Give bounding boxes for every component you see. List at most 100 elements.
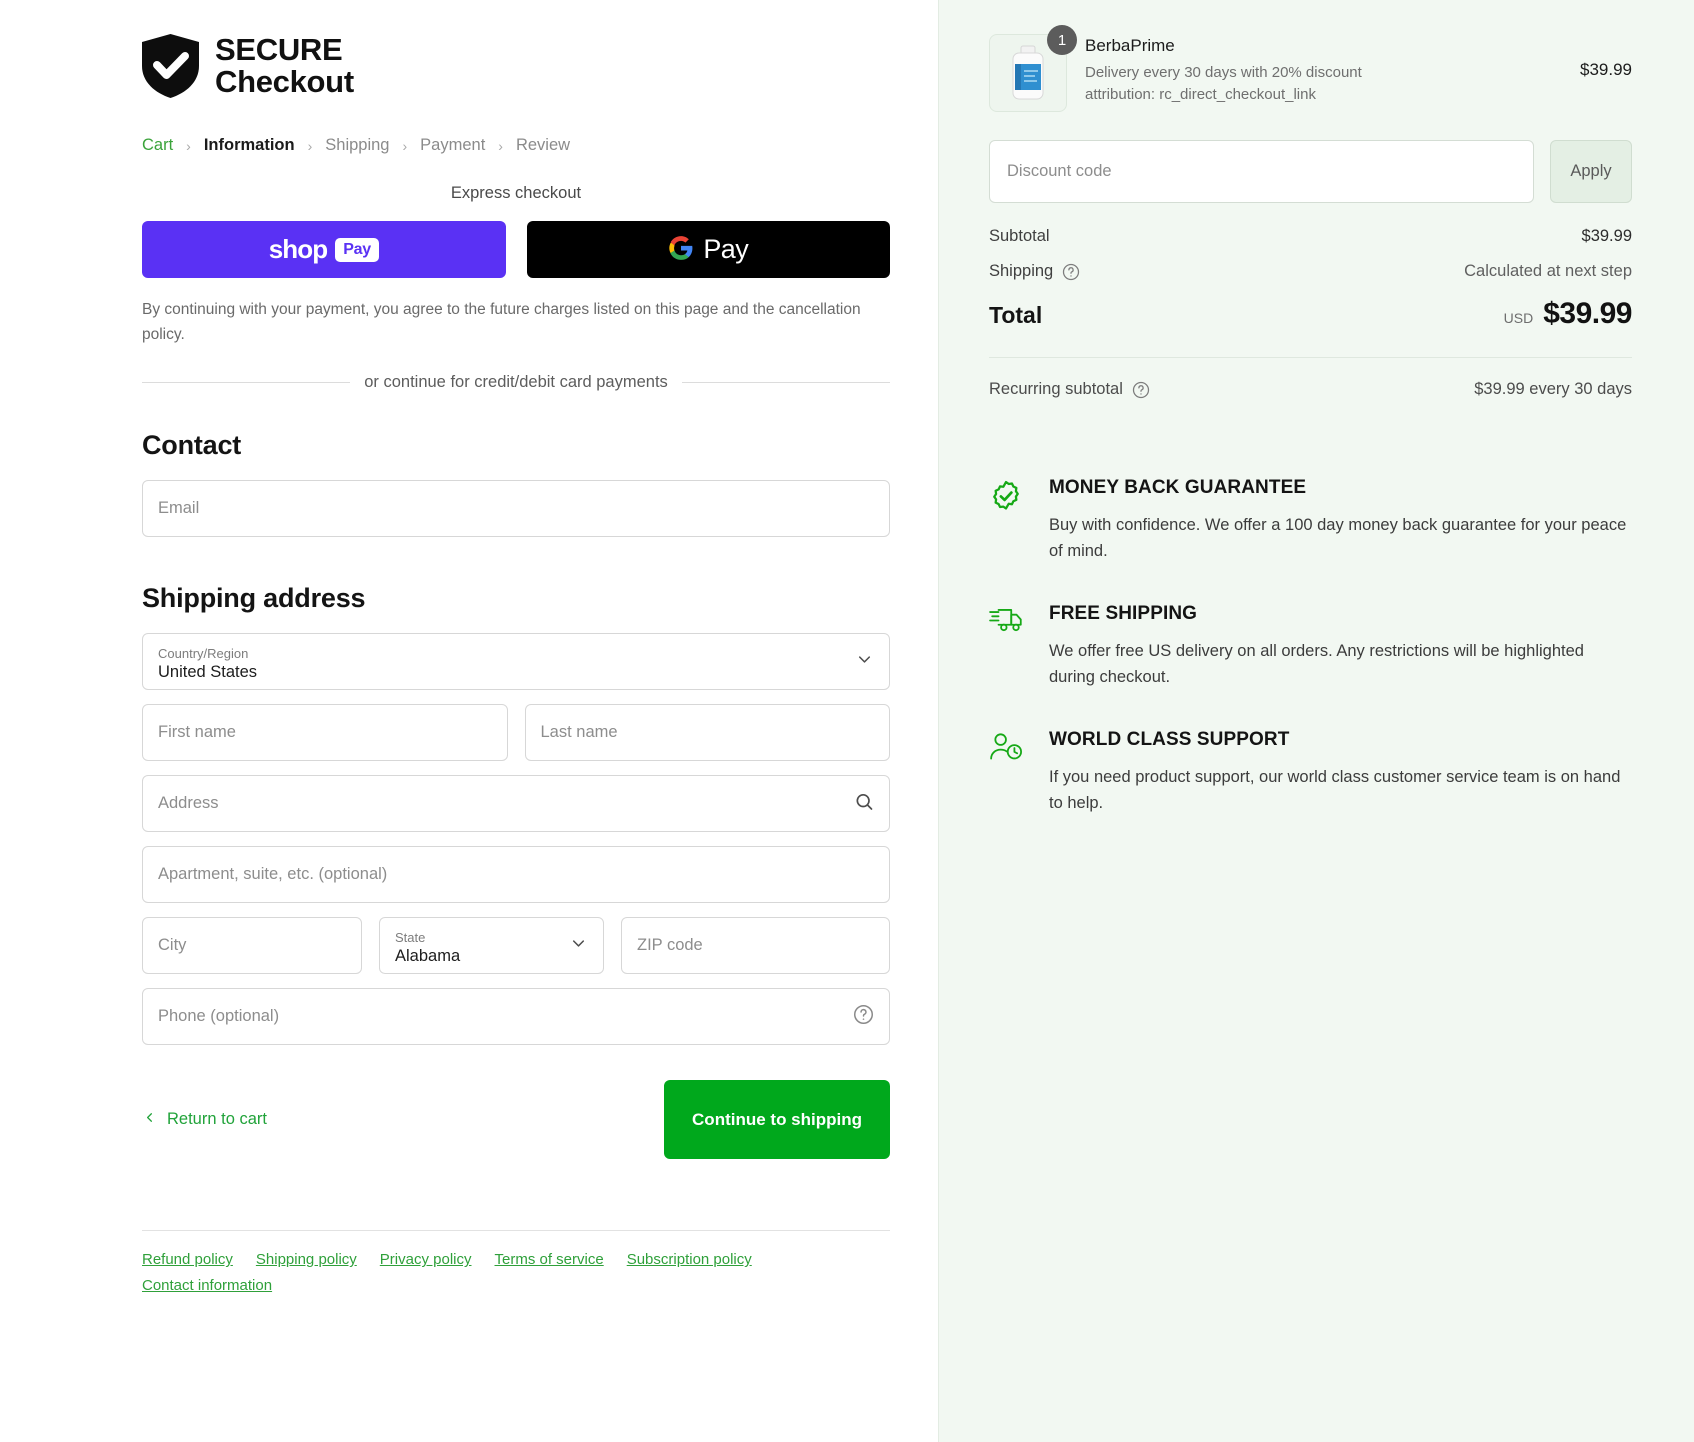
help-circle-icon[interactable] (853, 1004, 874, 1030)
shipping-label-wrap: Shipping (989, 262, 1080, 281)
trust-title-support: WORLD CLASS SUPPORT (1049, 729, 1632, 751)
footer-link-privacy-policy[interactable]: Privacy policy (380, 1251, 472, 1268)
logo-line-secondary: Checkout (215, 66, 354, 98)
shipping-address-heading: Shipping address (142, 583, 890, 614)
shipping-row: Shipping Calculated at next step (989, 262, 1632, 281)
google-pay-label: Pay (703, 234, 748, 265)
chevron-down-icon[interactable] (569, 934, 588, 958)
discount-code-placeholder: Discount code (1007, 162, 1112, 181)
trust-body-money-back: Buy with confidence. We offer a 100 day … (1049, 512, 1632, 565)
support-person-clock-icon (989, 729, 1027, 817)
shop-pay-word: shop (269, 234, 328, 265)
apartment-placeholder: Apartment, suite, etc. (optional) (158, 865, 387, 884)
country-region-select[interactable]: Country/Region United States (142, 633, 890, 690)
alt-payment-divider: or continue for credit/debit card paymen… (142, 373, 890, 392)
delivery-truck-icon (989, 603, 1027, 691)
city-state-zip-row: City State Alabama ZIP code (142, 917, 890, 988)
logo-line-primary: SECURE (215, 34, 354, 66)
footer-links: Refund policy Shipping policy Privacy po… (142, 1231, 782, 1294)
chevron-right-icon: › (403, 138, 408, 154)
state-label: State (395, 930, 425, 946)
brand-logo: SECURE Checkout (142, 34, 890, 98)
trust-item-free-shipping: FREE SHIPPING We offer free US delivery … (989, 603, 1632, 691)
footer-link-terms-of-service[interactable]: Terms of service (495, 1251, 604, 1268)
total-amount: $39.99 (1543, 297, 1632, 331)
google-g-icon (668, 235, 694, 264)
help-circle-icon[interactable] (1062, 263, 1080, 281)
chevron-right-icon: › (186, 138, 191, 154)
recurring-subtotal-label: Recurring subtotal (989, 380, 1123, 399)
summary-divider (989, 357, 1632, 358)
form-actions: Return to cart Continue to shipping (142, 1080, 890, 1159)
email-field[interactable]: Email (142, 480, 890, 537)
country-region-label: Country/Region (158, 646, 248, 662)
address-placeholder: Address (158, 794, 219, 813)
zip-code-placeholder: ZIP code (637, 936, 703, 955)
express-legal-text: By continuing with your payment, you agr… (142, 297, 890, 347)
first-name-placeholder: First name (158, 723, 236, 742)
google-pay-button[interactable]: Pay (527, 221, 891, 278)
total-row: Total USD $39.99 (989, 297, 1632, 331)
email-placeholder: Email (158, 499, 199, 518)
discount-code-input[interactable]: Discount code (989, 140, 1534, 203)
name-row: First name Last name (142, 704, 890, 775)
section-spacer (142, 551, 890, 583)
breadcrumb-item-review[interactable]: Review (516, 136, 570, 155)
product-thumbnail-wrap: 1 (989, 34, 1067, 112)
trust-badges: MONEY BACK GUARANTEE Buy with confidence… (989, 477, 1632, 816)
shield-check-icon (142, 34, 199, 98)
breadcrumb-item-information[interactable]: Information (204, 136, 295, 155)
divider-label: or continue for credit/debit card paymen… (364, 373, 668, 392)
quantity-badge: 1 (1047, 25, 1077, 55)
shop-pay-badge: Pay (335, 238, 379, 262)
shop-pay-logo: shop Pay (269, 234, 379, 265)
breadcrumb-item-shipping[interactable]: Shipping (325, 136, 389, 155)
trust-title-free-shipping: FREE SHIPPING (1049, 603, 1632, 625)
subtotal-label: Subtotal (989, 227, 1050, 246)
product-attribution-line: attribution: rc_direct_checkout_link (1085, 84, 1562, 106)
phone-field[interactable]: Phone (optional) (142, 988, 890, 1045)
last-name-field[interactable]: Last name (525, 704, 891, 761)
discount-code-row: Discount code Apply (989, 140, 1632, 203)
footer-link-refund-policy[interactable]: Refund policy (142, 1251, 233, 1268)
help-circle-icon[interactable] (1132, 381, 1150, 399)
order-summary-panel: 1 BerbaPrime Delivery every 30 days with… (938, 0, 1694, 1442)
shipping-value: Calculated at next step (1464, 262, 1632, 281)
verified-badge-icon (989, 477, 1027, 565)
continue-to-shipping-button[interactable]: Continue to shipping (664, 1080, 890, 1159)
recurring-subtotal-value: $39.99 every 30 days (1474, 380, 1632, 399)
zip-code-field[interactable]: ZIP code (621, 917, 890, 974)
trust-text-free-shipping: FREE SHIPPING We offer free US delivery … (1049, 603, 1632, 691)
city-placeholder: City (158, 936, 186, 955)
order-line-item: 1 BerbaPrime Delivery every 30 days with… (989, 34, 1632, 112)
country-region-value: United States (158, 662, 257, 683)
footer-link-shipping-policy[interactable]: Shipping policy (256, 1251, 357, 1268)
apartment-field[interactable]: Apartment, suite, etc. (optional) (142, 846, 890, 903)
address-field[interactable]: Address (142, 775, 890, 832)
trust-title-money-back: MONEY BACK GUARANTEE (1049, 477, 1632, 499)
first-name-field[interactable]: First name (142, 704, 508, 761)
shop-pay-button[interactable]: shop Pay (142, 221, 506, 278)
google-pay-logo: Pay (668, 234, 748, 265)
apply-discount-button[interactable]: Apply (1550, 140, 1632, 203)
divider-line-left (142, 382, 350, 383)
breadcrumb-item-cart[interactable]: Cart (142, 136, 173, 155)
state-select[interactable]: State Alabama (379, 917, 604, 974)
chevron-left-icon (142, 1110, 157, 1130)
phone-placeholder: Phone (optional) (158, 1007, 279, 1026)
checkout-page: SECURE Checkout Cart › Information › Shi… (0, 0, 1694, 1442)
footer-link-subscription-policy[interactable]: Subscription policy (627, 1251, 752, 1268)
city-field[interactable]: City (142, 917, 362, 974)
total-currency: USD (1504, 310, 1534, 326)
trust-text-money-back: MONEY BACK GUARANTEE Buy with confidence… (1049, 477, 1632, 565)
express-checkout-label: Express checkout (142, 184, 890, 203)
subtotal-value: $39.99 (1582, 227, 1632, 246)
footer-link-contact-information[interactable]: Contact information (142, 1277, 272, 1294)
recurring-subtotal-label-wrap: Recurring subtotal (989, 380, 1150, 399)
breadcrumb-item-payment[interactable]: Payment (420, 136, 485, 155)
return-to-cart-link[interactable]: Return to cart (142, 1110, 267, 1130)
product-subscription-line: Delivery every 30 days with 20% discount (1085, 62, 1562, 84)
search-icon[interactable] (854, 791, 874, 816)
chevron-right-icon: › (308, 138, 313, 154)
chevron-down-icon[interactable] (855, 650, 874, 674)
